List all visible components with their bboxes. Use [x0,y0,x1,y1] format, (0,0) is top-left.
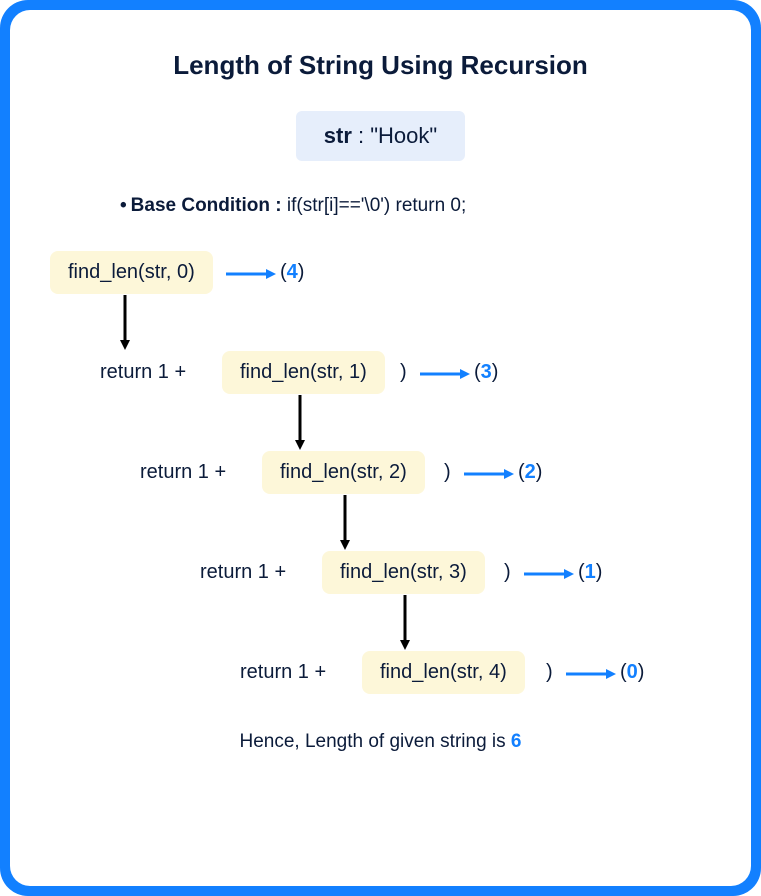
base-label: Base Condition : [131,195,287,216]
arrow-right-icon [464,469,514,479]
result-2: (2) [518,461,542,484]
input-colon: : [352,123,370,148]
bullet-icon: • [120,195,127,216]
paren-open: ( [620,661,627,684]
conclusion-text: Hence, Length of given string is 6 [40,731,721,753]
paren-close: ) [596,561,603,584]
result-value-3: 1 [585,561,596,584]
arrow-down-icon [340,495,350,550]
conclusion-value: 6 [511,731,522,752]
close-paren-1: ) [400,361,407,384]
input-value: "Hook" [370,123,437,148]
arrow-right-icon [420,369,470,379]
result-1: (3) [474,361,498,384]
result-4: (0) [620,661,644,684]
outer-frame: Length of String Using Recursion str : "… [0,0,761,896]
inner-frame: Length of String Using Recursion str : "… [10,10,751,886]
call-box-1: find_len(str, 1) [222,351,385,394]
paren-open: ( [474,361,481,384]
arrow-right-icon [524,569,574,579]
input-box: str : "Hook" [296,111,465,161]
return-label-3: return 1 + [200,561,286,584]
arrow-down-icon [400,595,410,650]
paren-close: ) [492,361,499,384]
return-label-1: return 1 + [100,361,186,384]
base-condition-row: •Base Condition : if(str[i]=='\0') retur… [120,195,721,217]
result-0: (4) [280,261,304,284]
call-box-2: find_len(str, 2) [262,451,425,494]
paren-close: ) [298,261,305,284]
paren-close: ) [638,661,645,684]
close-paren-4: ) [546,661,553,684]
result-value-4: 0 [627,661,638,684]
paren-open: ( [280,261,287,284]
arrow-right-icon [226,269,276,279]
close-paren-2: ) [444,461,451,484]
result-value-1: 3 [481,361,492,384]
paren-open: ( [578,561,585,584]
close-paren-3: ) [504,561,511,584]
base-code: if(str[i]=='\0') return 0; [287,195,466,216]
result-3: (1) [578,561,602,584]
arrow-down-icon [295,395,305,450]
paren-close: ) [536,461,543,484]
recursion-diagram: find_len(str, 0) (4) return 1 + find_len… [40,251,740,731]
input-label: str [324,123,352,148]
input-row: str : "Hook" [40,111,721,161]
arrow-down-icon [120,295,130,350]
call-box-3: find_len(str, 3) [322,551,485,594]
result-value-0: 4 [287,261,298,284]
paren-open: ( [518,461,525,484]
result-value-2: 2 [525,461,536,484]
call-box-0: find_len(str, 0) [50,251,213,294]
arrow-right-icon [566,669,616,679]
return-label-2: return 1 + [140,461,226,484]
return-label-4: return 1 + [240,661,326,684]
conclusion-prefix: Hence, Length of given string is [239,731,510,752]
call-box-4: find_len(str, 4) [362,651,525,694]
diagram-title: Length of String Using Recursion [40,50,721,81]
